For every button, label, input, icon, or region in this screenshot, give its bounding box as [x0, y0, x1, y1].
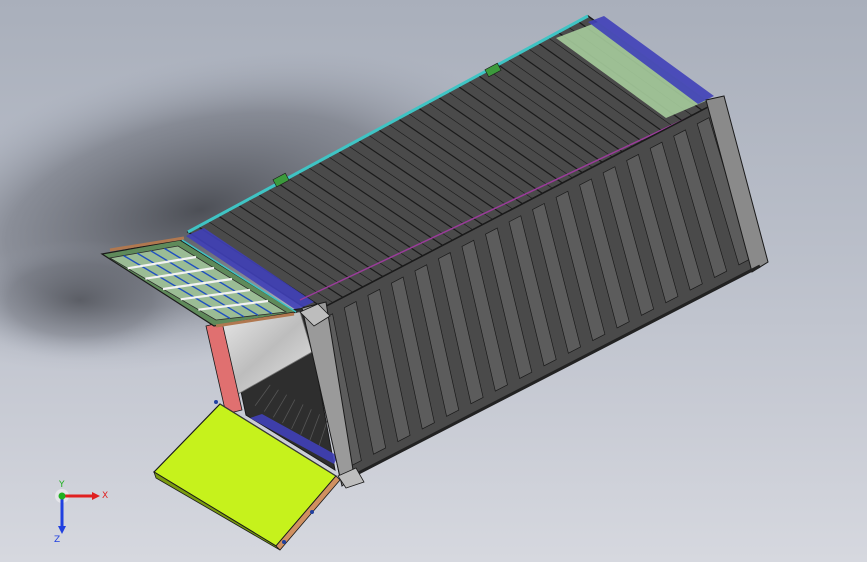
cad-viewport[interactable]: X Y Z [0, 0, 867, 562]
y-axis-label: Y [58, 480, 65, 490]
ramp-hinge-pin-1 [310, 510, 314, 514]
x-axis-head [92, 492, 100, 500]
y-axis-dot [58, 492, 66, 500]
ramp-hinge-pin-3 [214, 400, 218, 404]
container-3d-model[interactable] [0, 0, 867, 562]
coordinate-triad: X Y Z [54, 480, 108, 545]
z-axis-head [58, 526, 66, 534]
ramp-hinge-pin-2 [282, 540, 286, 544]
z-axis-label: Z [54, 535, 60, 545]
x-axis-label: X [102, 491, 108, 501]
